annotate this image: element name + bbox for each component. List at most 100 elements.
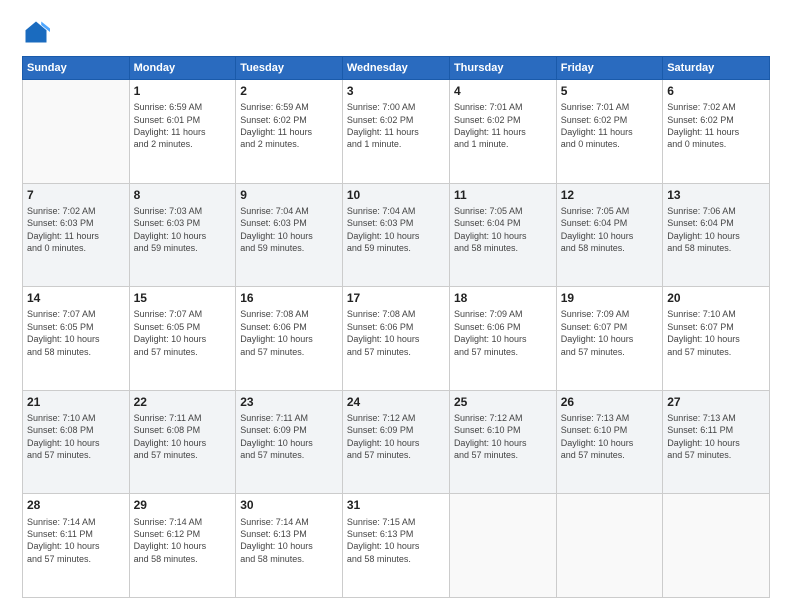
day-info: Sunrise: 7:12 AM Sunset: 6:10 PM Dayligh… (454, 412, 552, 462)
calendar: SundayMondayTuesdayWednesdayThursdayFrid… (22, 56, 770, 598)
day-number: 4 (454, 83, 552, 99)
calendar-cell: 29Sunrise: 7:14 AM Sunset: 6:12 PM Dayli… (129, 494, 236, 598)
day-info: Sunrise: 7:13 AM Sunset: 6:11 PM Dayligh… (667, 412, 765, 462)
day-info: Sunrise: 7:14 AM Sunset: 6:13 PM Dayligh… (240, 516, 338, 566)
calendar-cell: 28 Sunrise: 7:14 AM Sunset: 6:11 PM Dayli… (23, 494, 130, 598)
day-number: 11 (454, 187, 552, 203)
day-info: Sunrise: 7:04 AM Sunset: 6:03 PM Dayligh… (347, 205, 445, 255)
day-info: Sunrise: 7:05 AM Sunset: 6:04 PM Dayligh… (454, 205, 552, 255)
header (22, 18, 770, 46)
day-info: Sunrise: 7:07 AM Sunset: 6:05 PM Dayligh… (27, 308, 125, 358)
day-info: Sunrise: 7:01 AM Sunset: 6:02 PM Dayligh… (454, 101, 552, 151)
day-number: 2 (240, 83, 338, 99)
calendar-cell: 6 Sunrise: 7:02 AM Sunset: 6:02 PM Daylig… (663, 80, 770, 184)
day-number: 9 (240, 187, 338, 203)
calendar-week-5: 28 Sunrise: 7:14 AM Sunset: 6:11 PM Dayli… (23, 494, 770, 598)
day-info: Sunrise: 7:07 AM Sunset: 6:05 PM Dayligh… (134, 308, 232, 358)
calendar-week-2: 7 Sunrise: 7:02 AM Sunset: 6:03 PM Daylig… (23, 183, 770, 287)
calendar-cell: 25 Sunrise: 7:12 AM Sunset: 6:10 PM Dayli… (449, 390, 556, 494)
calendar-header: SundayMondayTuesdayWednesdayThursdayFrid… (23, 57, 770, 80)
day-info: Sunrise: 7:12 AM Sunset: 6:09 PM Dayligh… (347, 412, 445, 462)
calendar-cell: 13 Sunrise: 7:06 AM Sunset: 6:04 PM Dayli… (663, 183, 770, 287)
day-number: 5 (561, 83, 658, 99)
calendar-cell: 5 Sunrise: 7:01 AM Sunset: 6:02 PM Daylig… (556, 80, 662, 184)
day-info: Sunrise: 6:59 AM Sunset: 6:01 PM Dayligh… (134, 101, 232, 151)
day-number: 15 (134, 290, 232, 306)
day-number: 6 (667, 83, 765, 99)
day-info: Sunrise: 7:03 AM Sunset: 6:03 PM Dayligh… (134, 205, 232, 255)
calendar-cell: 12 Sunrise: 7:05 AM Sunset: 6:04 PM Dayli… (556, 183, 662, 287)
calendar-cell: 7 Sunrise: 7:02 AM Sunset: 6:03 PM Daylig… (23, 183, 130, 287)
day-number: 7 (27, 187, 125, 203)
calendar-cell: 19Sunrise: 7:09 AM Sunset: 6:07 PM Dayli… (556, 287, 662, 391)
calendar-cell: 20Sunrise: 7:10 AM Sunset: 6:07 PM Dayli… (663, 287, 770, 391)
day-info: Sunrise: 7:08 AM Sunset: 6:06 PM Dayligh… (347, 308, 445, 358)
day-info: Sunrise: 7:10 AM Sunset: 6:08 PM Dayligh… (27, 412, 125, 462)
day-number: 28 (27, 497, 125, 513)
calendar-cell: 23 Sunrise: 7:11 AM Sunset: 6:09 PM Dayli… (236, 390, 343, 494)
day-info: Sunrise: 7:11 AM Sunset: 6:08 PM Dayligh… (134, 412, 232, 462)
day-info: Sunrise: 7:02 AM Sunset: 6:02 PM Dayligh… (667, 101, 765, 151)
header-day-monday: Monday (129, 57, 236, 80)
calendar-cell (23, 80, 130, 184)
logo-icon (22, 18, 50, 46)
day-info: Sunrise: 7:02 AM Sunset: 6:03 PM Dayligh… (27, 205, 125, 255)
day-number: 25 (454, 394, 552, 410)
calendar-cell: 14 Sunrise: 7:07 AM Sunset: 6:05 PM Dayli… (23, 287, 130, 391)
header-day-friday: Friday (556, 57, 662, 80)
day-info: Sunrise: 7:06 AM Sunset: 6:04 PM Dayligh… (667, 205, 765, 255)
day-number: 30 (240, 497, 338, 513)
day-info: Sunrise: 7:05 AM Sunset: 6:04 PM Dayligh… (561, 205, 658, 255)
day-info: Sunrise: 7:08 AM Sunset: 6:06 PM Dayligh… (240, 308, 338, 358)
day-number: 27 (667, 394, 765, 410)
day-info: Sunrise: 7:04 AM Sunset: 6:03 PM Dayligh… (240, 205, 338, 255)
calendar-cell: 26 Sunrise: 7:13 AM Sunset: 6:10 PM Dayli… (556, 390, 662, 494)
day-info: Sunrise: 7:14 AM Sunset: 6:12 PM Dayligh… (134, 516, 232, 566)
calendar-cell: 22 Sunrise: 7:11 AM Sunset: 6:08 PM Dayli… (129, 390, 236, 494)
day-number: 17 (347, 290, 445, 306)
day-number: 12 (561, 187, 658, 203)
day-info: Sunrise: 7:09 AM Sunset: 6:07 PM Dayligh… (561, 308, 658, 358)
day-number: 8 (134, 187, 232, 203)
day-number: 24 (347, 394, 445, 410)
day-number: 16 (240, 290, 338, 306)
calendar-cell: 30 Sunrise: 7:14 AM Sunset: 6:13 PM Dayli… (236, 494, 343, 598)
day-number: 22 (134, 394, 232, 410)
day-info: Sunrise: 7:15 AM Sunset: 6:13 PM Dayligh… (347, 516, 445, 566)
day-number: 31 (347, 497, 445, 513)
calendar-cell: 16 Sunrise: 7:08 AM Sunset: 6:06 PM Dayli… (236, 287, 343, 391)
day-info: Sunrise: 7:13 AM Sunset: 6:10 PM Dayligh… (561, 412, 658, 462)
calendar-cell: 3Sunrise: 7:00 AM Sunset: 6:02 PM Daylig… (342, 80, 449, 184)
calendar-cell: 2 Sunrise: 6:59 AM Sunset: 6:02 PM Daylig… (236, 80, 343, 184)
day-info: Sunrise: 7:01 AM Sunset: 6:02 PM Dayligh… (561, 101, 658, 151)
day-number: 23 (240, 394, 338, 410)
day-info: Sunrise: 7:11 AM Sunset: 6:09 PM Dayligh… (240, 412, 338, 462)
day-number: 10 (347, 187, 445, 203)
calendar-cell: 4 Sunrise: 7:01 AM Sunset: 6:02 PM Daylig… (449, 80, 556, 184)
calendar-cell: 11 Sunrise: 7:05 AM Sunset: 6:04 PM Dayli… (449, 183, 556, 287)
header-day-wednesday: Wednesday (342, 57, 449, 80)
page: SundayMondayTuesdayWednesdayThursdayFrid… (0, 0, 792, 612)
day-number: 14 (27, 290, 125, 306)
day-info: Sunrise: 7:10 AM Sunset: 6:07 PM Dayligh… (667, 308, 765, 358)
calendar-cell: 15 Sunrise: 7:07 AM Sunset: 6:05 PM Dayli… (129, 287, 236, 391)
calendar-cell: 24 Sunrise: 7:12 AM Sunset: 6:09 PM Dayli… (342, 390, 449, 494)
day-info: Sunrise: 7:14 AM Sunset: 6:11 PM Dayligh… (27, 516, 125, 566)
calendar-cell: 18Sunrise: 7:09 AM Sunset: 6:06 PM Dayli… (449, 287, 556, 391)
day-number: 26 (561, 394, 658, 410)
calendar-body: 1 Sunrise: 6:59 AM Sunset: 6:01 PM Daylig… (23, 80, 770, 598)
header-day-thursday: Thursday (449, 57, 556, 80)
day-info: Sunrise: 6:59 AM Sunset: 6:02 PM Dayligh… (240, 101, 338, 151)
day-number: 1 (134, 83, 232, 99)
day-number: 3 (347, 83, 445, 99)
calendar-cell: 10 Sunrise: 7:04 AM Sunset: 6:03 PM Dayli… (342, 183, 449, 287)
calendar-cell (663, 494, 770, 598)
day-number: 13 (667, 187, 765, 203)
calendar-week-1: 1 Sunrise: 6:59 AM Sunset: 6:01 PM Daylig… (23, 80, 770, 184)
calendar-cell (556, 494, 662, 598)
calendar-cell: 9 Sunrise: 7:04 AM Sunset: 6:03 PM Daylig… (236, 183, 343, 287)
calendar-week-4: 21Sunrise: 7:10 AM Sunset: 6:08 PM Dayli… (23, 390, 770, 494)
day-info: Sunrise: 7:09 AM Sunset: 6:06 PM Dayligh… (454, 308, 552, 358)
calendar-cell: 31 Sunrise: 7:15 AM Sunset: 6:13 PM Dayli… (342, 494, 449, 598)
header-day-tuesday: Tuesday (236, 57, 343, 80)
